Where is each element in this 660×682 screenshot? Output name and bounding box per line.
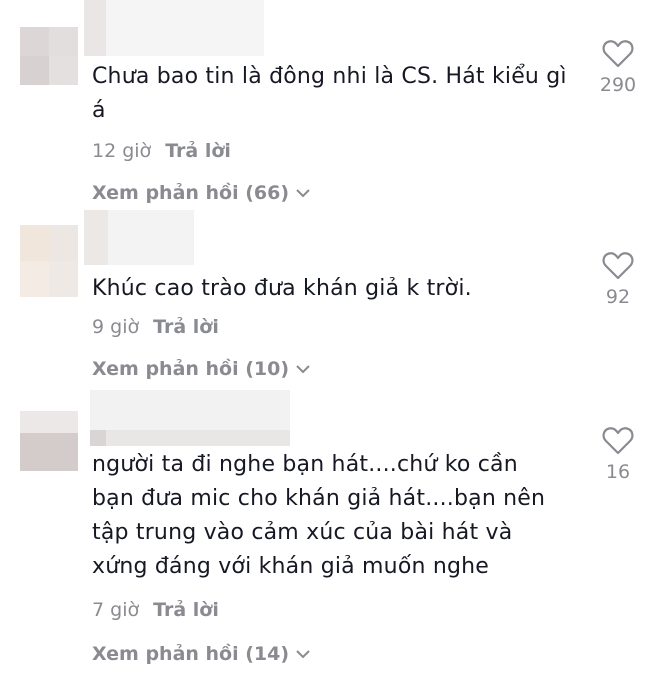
comment-text: Chưa bao tin là đông nhi là CS. Hát kiểu… (92, 64, 567, 123)
heart-outline-icon (602, 252, 634, 280)
view-replies-label: Xem phản hồi (66) (92, 182, 290, 204)
like-count: 290 (599, 74, 637, 96)
like-button[interactable]: 92 (590, 250, 646, 308)
username-blurred[interactable] (84, 0, 264, 56)
username-blurred[interactable] (90, 390, 290, 446)
like-count: 16 (605, 461, 631, 483)
like-button[interactable]: 16 (590, 425, 646, 483)
heart-outline-icon (602, 427, 634, 455)
comment-meta: 7 giờ Trả lời (92, 599, 219, 621)
chevron-down-icon (296, 189, 310, 198)
heart-outline-icon (602, 40, 634, 68)
avatar[interactable] (20, 225, 78, 297)
comment-meta: 12 giờ Trả lời (92, 140, 231, 162)
view-replies-button[interactable]: Xem phản hồi (14) (92, 643, 311, 665)
comment-time: 7 giờ (92, 599, 140, 621)
comment-text: Khúc cao trào đưa khán giả k trời. (92, 276, 472, 301)
view-replies-label: Xem phản hồi (14) (92, 643, 290, 665)
like-count: 92 (605, 286, 631, 308)
avatar[interactable] (20, 27, 78, 85)
comment-time: 12 giờ (92, 140, 152, 162)
avatar[interactable] (20, 411, 78, 471)
view-replies-button[interactable]: Xem phản hồi (66) (92, 182, 311, 204)
view-replies-label: Xem phản hồi (10) (92, 358, 290, 380)
comment-meta: 9 giờ Trả lời (92, 316, 219, 338)
reply-button[interactable]: Trả lời (153, 599, 219, 621)
chevron-down-icon (296, 650, 310, 659)
username-blurred[interactable] (84, 210, 194, 265)
like-button[interactable]: 290 (590, 38, 646, 96)
comment-time: 9 giờ (92, 316, 140, 338)
chevron-down-icon (296, 365, 310, 374)
reply-button[interactable]: Trả lời (165, 140, 231, 162)
reply-button[interactable]: Trả lời (153, 316, 219, 338)
comment-text: người ta đi nghe bạn hát....chứ ko cần b… (92, 452, 546, 579)
view-replies-button[interactable]: Xem phản hồi (10) (92, 358, 311, 380)
